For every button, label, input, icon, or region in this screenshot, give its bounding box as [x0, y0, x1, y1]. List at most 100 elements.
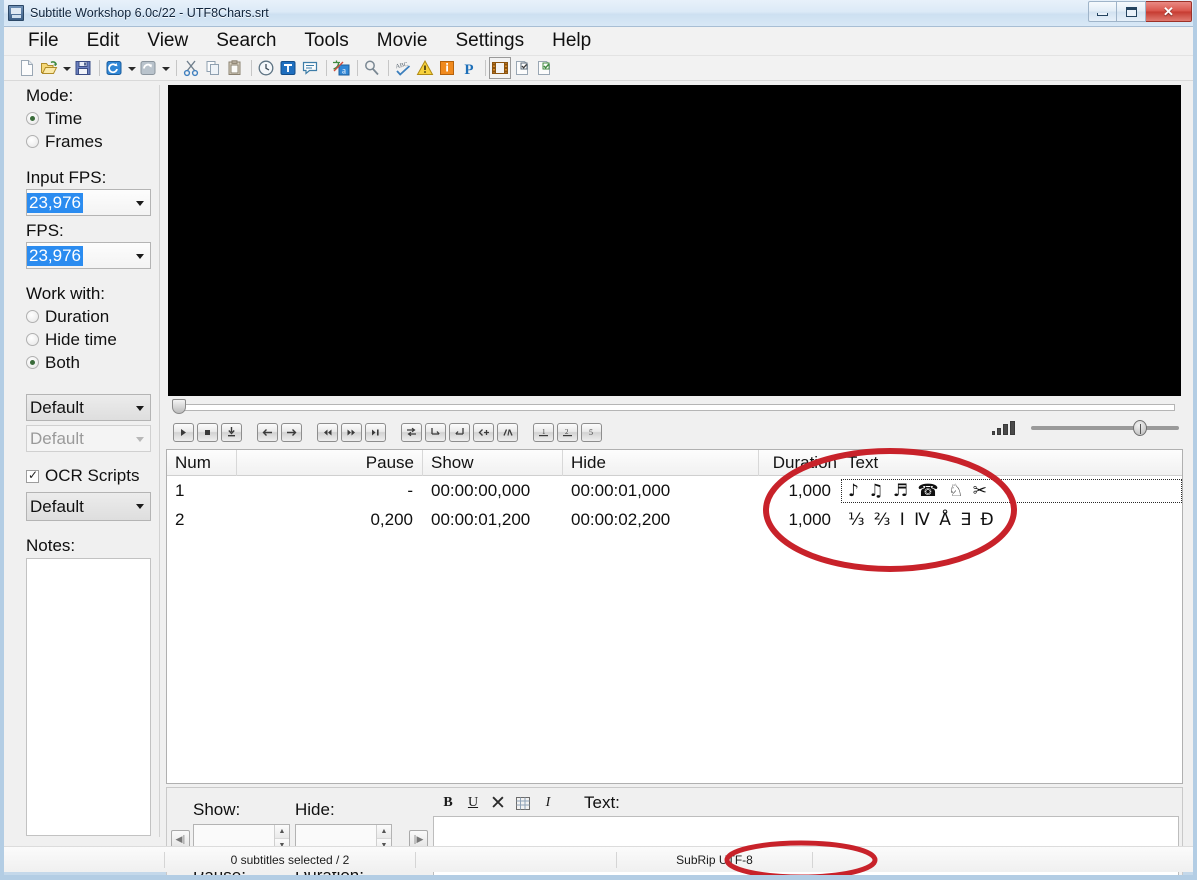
menu-item-edit[interactable]: Edit [73, 28, 134, 54]
menu-item-file[interactable]: File [14, 28, 73, 54]
column-header-pause[interactable]: Pause [237, 450, 423, 476]
column-header-duration[interactable]: Duration [759, 450, 839, 476]
mode-option-frames[interactable]: Frames [26, 130, 159, 153]
translation-view-icon[interactable] [535, 59, 553, 77]
fps-value: 23,976 [27, 246, 83, 266]
video-preview-icon[interactable] [491, 59, 509, 77]
seek-thumb[interactable] [172, 399, 186, 414]
ocr-scripts-checkbox[interactable]: OCR Scripts [26, 466, 159, 486]
volume-slider-thumb[interactable] [1133, 420, 1147, 436]
next-subtitle-icon[interactable] [341, 423, 362, 442]
load-original-icon[interactable] [105, 59, 123, 77]
video-preview-area[interactable] [168, 85, 1181, 396]
volume-slider-track[interactable] [1031, 426, 1179, 430]
menu-item-search[interactable]: Search [202, 28, 290, 54]
play-icon[interactable] [173, 423, 194, 442]
search-icon[interactable] [363, 59, 381, 77]
work-with-duration[interactable]: Duration [26, 305, 159, 328]
load-original-dropdown-arrow[interactable] [127, 59, 136, 77]
ocr-script-combo[interactable]: Default [26, 492, 151, 521]
column-header-text[interactable]: Text [839, 450, 1182, 476]
cell-text[interactable]: ⅓ ⅔ Ⅰ Ⅳ Å ∃ Ð [839, 510, 1182, 530]
fps-combo[interactable]: 23,976 [26, 242, 151, 269]
copy-icon[interactable] [204, 59, 222, 77]
remove-tags-icon[interactable]: ✕ [487, 793, 509, 813]
cell-text[interactable]: ♪ ♫ ♬ ☎ ♘ ✂ [841, 479, 1182, 503]
set-hide-time-icon[interactable] [449, 423, 470, 442]
comment-icon[interactable] [301, 59, 319, 77]
stop-icon[interactable] [197, 423, 218, 442]
column-header-num[interactable]: Num [167, 450, 237, 476]
new-file-icon[interactable] [18, 59, 36, 77]
table-row[interactable]: 1 - 00:00:00,000 00:00:01,000 1,000 ♪ ♫ … [167, 476, 1182, 505]
info-icon[interactable] [438, 59, 456, 77]
toolbar-separator [388, 60, 389, 76]
close-button[interactable]: ✕ [1146, 1, 1192, 22]
open-file-icon[interactable] [40, 59, 58, 77]
set-as-last-sync-point-icon[interactable]: 2 [557, 423, 578, 442]
open-dropdown-arrow[interactable] [62, 59, 71, 77]
mode-option-time-label: Time [45, 109, 82, 129]
maximize-button[interactable] [1117, 1, 1146, 22]
set-as-first-sync-point-icon[interactable]: 1 [533, 423, 554, 442]
play-selected-icon[interactable] [365, 423, 386, 442]
move-subtitle-icon[interactable] [401, 423, 422, 442]
cut-icon[interactable] [182, 59, 200, 77]
menu-item-settings[interactable]: Settings [441, 28, 538, 54]
title-bar: Subtitle Workshop 6.0c/22 - UTF8Chars.sr… [0, 0, 1197, 27]
jump-to-subtitle-icon[interactable] [221, 423, 242, 442]
radio-frames-icon [26, 135, 39, 148]
original-icon[interactable] [513, 59, 531, 77]
color-icon[interactable] [512, 793, 534, 813]
charset-primary-combo[interactable]: Default [26, 394, 151, 421]
column-header-hide[interactable]: Hide [563, 450, 759, 476]
paste-icon[interactable] [226, 59, 244, 77]
status-separator [415, 852, 416, 868]
window-controls: ✕ [1088, 1, 1192, 22]
rewind-icon[interactable] [257, 423, 278, 442]
work-with-both[interactable]: Both [26, 351, 159, 374]
italic-icon[interactable]: I [537, 793, 559, 813]
work-with-hide-time[interactable]: Hide time [26, 328, 159, 351]
text-icon[interactable] [279, 59, 297, 77]
end-subtitle-icon[interactable] [497, 423, 518, 442]
mode-label: Mode: [26, 85, 159, 106]
load-translation-dropdown-arrow[interactable] [161, 59, 170, 77]
toolbar-separator [326, 60, 327, 76]
subtitle-list[interactable]: Num Pause Show Hide Duration Text 1 - 00… [166, 449, 1183, 784]
toolbar-separator [176, 60, 177, 76]
start-subtitle-icon[interactable] [473, 423, 494, 442]
volume-icon [992, 421, 1017, 435]
warning-icon[interactable] [416, 59, 434, 77]
previous-subtitle-icon[interactable] [317, 423, 338, 442]
menu-item-movie[interactable]: Movie [363, 28, 442, 54]
mode-option-time[interactable]: Time [26, 107, 159, 130]
stepper-up-icon[interactable]: ▲ [275, 825, 289, 839]
table-row[interactable]: 2 0,200 00:00:01,200 00:00:02,200 1,000 … [167, 505, 1182, 534]
video-seek-bar[interactable] [168, 399, 1181, 415]
time-icon[interactable] [257, 59, 275, 77]
forward-icon[interactable] [281, 423, 302, 442]
set-show-time-icon[interactable] [425, 423, 446, 442]
load-translation-icon[interactable] [139, 59, 157, 77]
pascal-script-icon[interactable]: P [460, 59, 478, 77]
chevron-down-icon [136, 254, 144, 259]
show-label: Show: [193, 800, 240, 820]
input-fps-combo[interactable]: 23,976 [26, 189, 151, 216]
app-icon [8, 5, 24, 21]
bold-icon[interactable]: B [437, 793, 459, 813]
svg-text:5: 5 [589, 428, 593, 437]
underline-icon[interactable]: U [462, 793, 484, 813]
stepper-up-icon[interactable]: ▲ [377, 825, 391, 839]
add-sync-point-icon[interactable]: 5 [581, 423, 602, 442]
minimize-button[interactable] [1088, 1, 1117, 22]
notes-textarea[interactable] [26, 558, 151, 836]
menu-item-help[interactable]: Help [538, 28, 605, 54]
menu-item-tools[interactable]: Tools [290, 28, 362, 54]
save-icon[interactable] [74, 59, 92, 77]
seek-track[interactable] [176, 404, 1175, 411]
column-header-show[interactable]: Show [423, 450, 563, 476]
menu-item-view[interactable]: View [133, 28, 202, 54]
translation-icon[interactable]: a [332, 59, 350, 77]
spellcheck-icon[interactable]: ABC [394, 59, 412, 77]
